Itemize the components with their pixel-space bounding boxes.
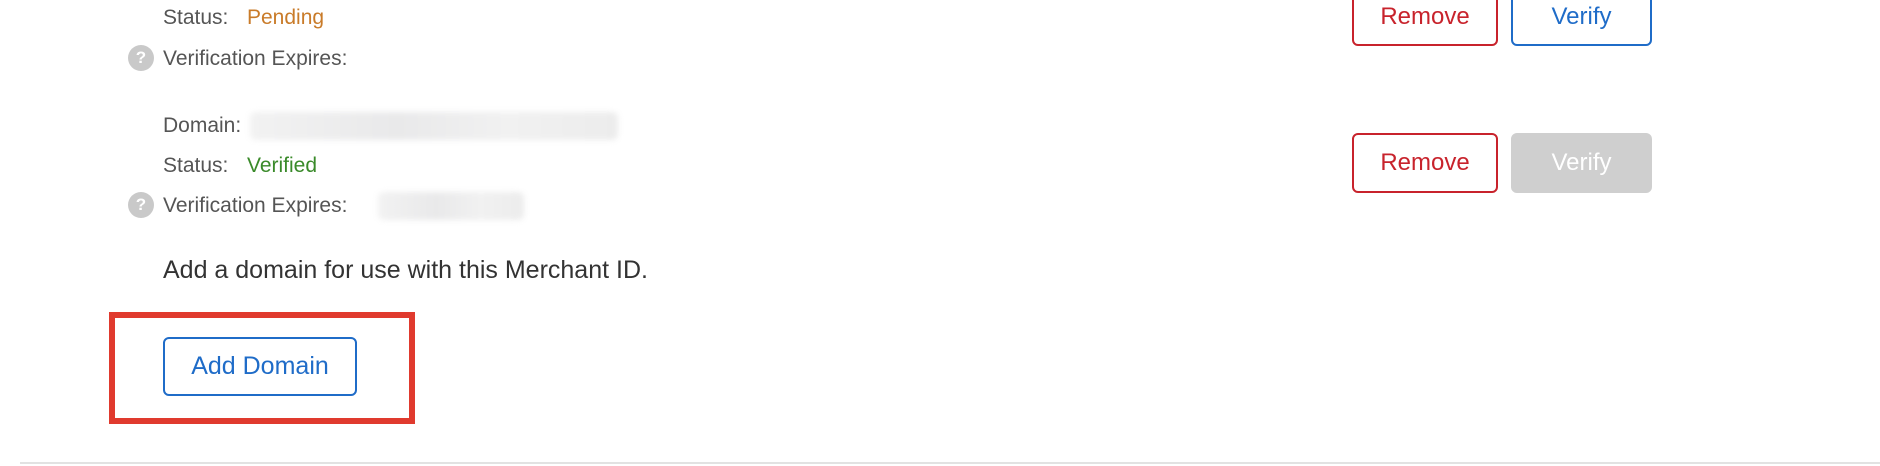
- add-domain-button[interactable]: Add Domain: [163, 337, 357, 396]
- section-divider: [20, 462, 1880, 464]
- verify-button-disabled: Verify: [1511, 133, 1652, 193]
- verification-expires-label: Verification Expires:: [163, 47, 348, 70]
- status-value-pending: Pending: [247, 6, 325, 29]
- status-label: Status:: [163, 154, 229, 177]
- verify-button[interactable]: Verify: [1511, 0, 1652, 46]
- domain-label: Domain:: [163, 114, 242, 137]
- domain-entry-2: Domain: Status: Verified ? Verification …: [0, 100, 1880, 230]
- help-icon[interactable]: ?: [128, 192, 154, 218]
- domain-value-redacted: [250, 112, 618, 140]
- domain-entry-1: Status: Pending ? Verification Expires: …: [0, 0, 1880, 80]
- help-icon[interactable]: ?: [128, 45, 154, 71]
- verification-expires-label: Verification Expires:: [163, 194, 348, 217]
- expiry-date-redacted: [378, 192, 524, 220]
- status-label: Status:: [163, 6, 229, 29]
- remove-button[interactable]: Remove: [1352, 0, 1498, 46]
- status-value-verified: Verified: [247, 154, 318, 177]
- add-domain-description: Add a domain for use with this Merchant …: [163, 256, 648, 284]
- remove-button[interactable]: Remove: [1352, 133, 1498, 193]
